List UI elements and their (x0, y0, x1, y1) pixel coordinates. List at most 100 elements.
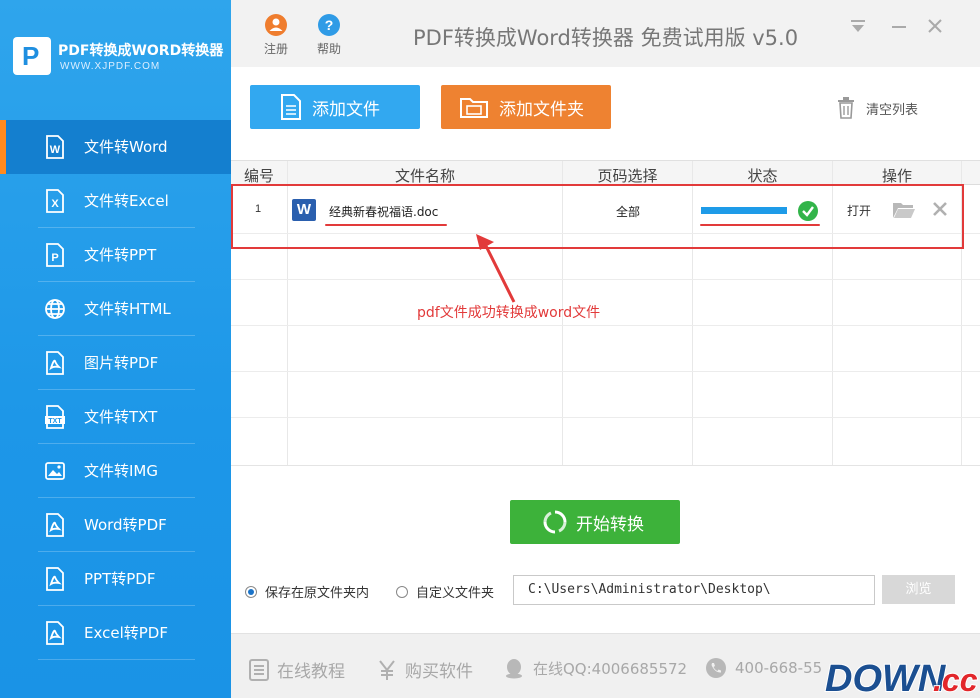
sidebar-item[interactable]: 图片转PDF (0, 336, 231, 390)
add-file-label: 添加文件 (312, 99, 380, 120)
phone-icon (706, 658, 726, 678)
yen-icon (379, 659, 395, 680)
close-window-button[interactable] (925, 16, 945, 36)
pdf-doc-icon (46, 351, 64, 375)
sidebar-item[interactable]: PPT转PDF (0, 552, 231, 606)
custom-folder-radio[interactable]: 自定义文件夹 (396, 582, 494, 601)
sidebar-item[interactable]: TXT 文件转TXT (0, 390, 231, 444)
sidebar-item-label: 文件转Word (84, 138, 168, 156)
online-qq-label: 在线QQ:4006685572 (533, 659, 688, 678)
excel-doc-icon: X (46, 189, 64, 213)
radio-dot (245, 585, 257, 598)
word-doc-icon: W (46, 135, 64, 159)
save-original-folder-radio[interactable]: 保存在原文件夹内 (245, 582, 369, 601)
register-label: 注册 (263, 42, 288, 56)
buy-software-link[interactable]: 购买软件 (377, 657, 473, 682)
down-cc-watermark-logo: DOWN .cc (824, 657, 979, 698)
globe-icon (45, 299, 65, 319)
brand-title: PDF转换成WORD转换器 (58, 43, 224, 59)
sidebar-item-label: Word转PDF (84, 516, 167, 534)
clear-list-button[interactable]: 清空列表 (836, 97, 918, 119)
file-icon (281, 94, 301, 120)
column-header-pages: 页码选择 (597, 167, 658, 185)
sidebar-item[interactable]: Excel转PDF (0, 606, 231, 660)
minimize-icon (892, 26, 906, 28)
sidebar-item-label: 图片转PDF (84, 354, 159, 372)
sidebar-item-label: 文件转IMG (84, 462, 158, 480)
online-tutorial-link[interactable]: 在线教程 (249, 657, 345, 682)
custom-folder-label: 自定义文件夹 (416, 586, 495, 601)
add-file-button[interactable]: 添加文件 (250, 85, 420, 129)
conversion-panel (231, 465, 980, 633)
sidebar-item[interactable]: P 文件转PPT (0, 228, 231, 282)
sidebar-item-label: 文件转PPT (84, 246, 157, 264)
buy-software-label: 购买软件 (405, 662, 473, 682)
window-title: PDF转换成Word转换器 免费试用版 v5.0 (413, 26, 799, 50)
annotation-highlight-box (231, 184, 964, 249)
phone-link[interactable]: 400-668-55 (705, 657, 822, 679)
annotation-underline (700, 224, 820, 226)
menu-dropdown-button[interactable] (848, 16, 868, 36)
qq-icon (506, 659, 522, 679)
trash-icon (838, 97, 854, 119)
clear-list-label: 清空列表 (866, 102, 919, 118)
sidebar-item[interactable]: 文件转IMG (0, 444, 231, 498)
brand-area: P PDF转换成WORD转换器 WWW.XJPDF.COM (0, 0, 231, 120)
svg-text:TXT: TXT (48, 418, 62, 425)
sidebar-item-label: 文件转HTML (84, 300, 171, 318)
folder-icon (460, 98, 488, 118)
refresh-icon (543, 510, 567, 534)
sidebar-item[interactable]: W 文件转Word (0, 120, 231, 174)
browse-button[interactable]: 浏览 (882, 575, 955, 604)
sidebar-item-label: 文件转TXT (84, 408, 158, 426)
radio-dot (396, 585, 408, 598)
annotation-underline (325, 224, 447, 226)
annotation-text: pdf文件成功转换成word文件 (417, 305, 601, 321)
help-label: 帮助 (316, 42, 341, 56)
save-original-folder-label: 保存在原文件夹内 (265, 586, 370, 601)
sidebar-item[interactable]: Word转PDF (0, 498, 231, 552)
register-button[interactable]: 注册 (256, 14, 296, 57)
svg-text:W: W (50, 144, 61, 156)
help-icon: ? (318, 14, 340, 36)
online-tutorial-label: 在线教程 (277, 662, 345, 682)
sidebar-item[interactable]: 文件转HTML (0, 282, 231, 336)
phone-label: 400-668-55 (735, 659, 823, 677)
add-folder-button[interactable]: 添加文件夹 (441, 85, 611, 129)
sidebar-item-label: PPT转PDF (84, 570, 156, 588)
annotation-arrow-icon (476, 234, 516, 303)
start-conversion-button[interactable]: 开始转换 (510, 500, 680, 544)
brand-url: WWW.XJPDF.COM (60, 61, 161, 72)
output-path-field[interactable]: C:\Users\Administrator\Desktop\ (513, 575, 875, 605)
txt-doc-icon: TXT (45, 405, 65, 429)
column-header-status: 状态 (747, 167, 778, 185)
app-logo: P (13, 37, 51, 75)
table-header: 编号 文件名称 页码选择 状态 操作 (231, 161, 980, 185)
ppt-doc-icon: P (46, 243, 64, 267)
svg-text:P: P (51, 252, 58, 264)
help-button[interactable]: ? 帮助 (309, 14, 349, 57)
sidebar-item[interactable]: X 文件转Excel (0, 174, 231, 228)
title-bar: 注册 ? 帮助 PDF转换成Word转换器 免费试用版 v5.0 (231, 0, 980, 67)
close-icon (928, 19, 942, 33)
minimize-button[interactable] (889, 16, 909, 36)
image-icon (45, 462, 65, 480)
column-header-actions: 操作 (881, 167, 912, 185)
pdf-doc-icon (46, 567, 64, 591)
user-icon (265, 14, 287, 36)
column-header-no: 编号 (243, 167, 274, 185)
start-conversion-label: 开始转换 (576, 514, 644, 535)
svg-text:X: X (51, 198, 59, 210)
svg-text:DOWN: DOWN (825, 658, 947, 698)
column-header-filename: 文件名称 (394, 167, 455, 185)
sidebar-item-label: 文件转Excel (84, 192, 169, 210)
online-qq-link[interactable]: 在线QQ:4006685572 (503, 657, 687, 679)
svg-text:.cc: .cc (933, 662, 978, 698)
pdf-doc-icon (46, 621, 64, 645)
sidebar-item-label: Excel转PDF (84, 624, 168, 642)
document-icon (249, 658, 269, 681)
sidebar: P PDF转换成WORD转换器 WWW.XJPDF.COM W 文件转Word X 文… (0, 0, 231, 698)
pdf-doc-icon (46, 513, 64, 537)
add-folder-label: 添加文件夹 (499, 99, 584, 120)
dropdown-icon (851, 20, 865, 32)
